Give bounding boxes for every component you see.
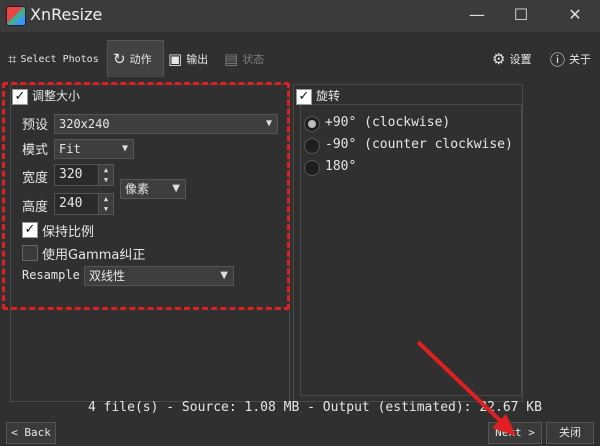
annotation-dashed-box xyxy=(2,82,290,310)
status-text: 4 file(s) - Source: 1.08 MB - Output (es… xyxy=(88,400,542,415)
tab-action[interactable]: ↻ 动作 xyxy=(113,48,152,70)
rotate-group-label: 旋转 xyxy=(316,89,341,103)
settings-label: 设置 xyxy=(509,53,532,66)
rotate-option-radio[interactable] xyxy=(304,138,320,154)
toolbar: ⌗ Select Photos ↻ 动作 ▣ 输出 ▤ 状态 ⚙ 设置 ⓘ 关于 xyxy=(0,40,600,78)
close-button[interactable]: 关闭 xyxy=(546,422,594,444)
minimize-icon[interactable]: — xyxy=(464,4,490,26)
tab-output-label: 输出 xyxy=(186,53,209,66)
close-icon[interactable]: ✕ xyxy=(562,4,588,26)
output-icon: ▣ xyxy=(168,50,183,68)
rotate-option-radio[interactable] xyxy=(304,116,320,132)
tab-action-label: 动作 xyxy=(129,53,152,66)
gear-icon: ⚙ xyxy=(492,50,506,68)
about-button[interactable]: ⓘ 关于 xyxy=(550,48,591,70)
tab-output[interactable]: ▣ 输出 xyxy=(168,48,208,70)
title-bar: XnResize — ☐ ✕ xyxy=(0,0,600,32)
app-logo-icon xyxy=(6,6,26,26)
maximize-icon[interactable]: ☐ xyxy=(508,4,534,26)
rotate-option-label: 180° xyxy=(325,159,357,174)
tab-status[interactable]: ▤ 状态 xyxy=(224,48,264,70)
crop-icon: ⌗ xyxy=(8,50,17,68)
tab-select-photos-label: Select Photos xyxy=(20,53,99,65)
rotate-option-label: -90° (counter clockwise) xyxy=(325,137,513,152)
document-icon: ▤ xyxy=(224,50,239,68)
rotate-enable-checkbox[interactable]: ✓ xyxy=(296,89,312,105)
window-title: XnResize xyxy=(30,5,103,24)
tab-status-label: 状态 xyxy=(242,53,265,66)
rotate-option-radio[interactable] xyxy=(304,160,320,176)
info-icon: ⓘ xyxy=(550,50,566,69)
next-button[interactable]: Next > xyxy=(488,422,542,444)
about-label: 关于 xyxy=(569,53,592,66)
app-window: XnResize — ☐ ✕ ⌗ Select Photos ↻ 动作 ▣ 输出… xyxy=(0,0,600,446)
back-button[interactable]: < Back xyxy=(6,422,56,444)
tab-select-photos[interactable]: ⌗ Select Photos xyxy=(8,48,99,70)
settings-button[interactable]: ⚙ 设置 xyxy=(492,48,531,70)
rotate-option-label: +90° (clockwise) xyxy=(325,115,451,130)
action-icon: ↻ xyxy=(113,50,126,68)
